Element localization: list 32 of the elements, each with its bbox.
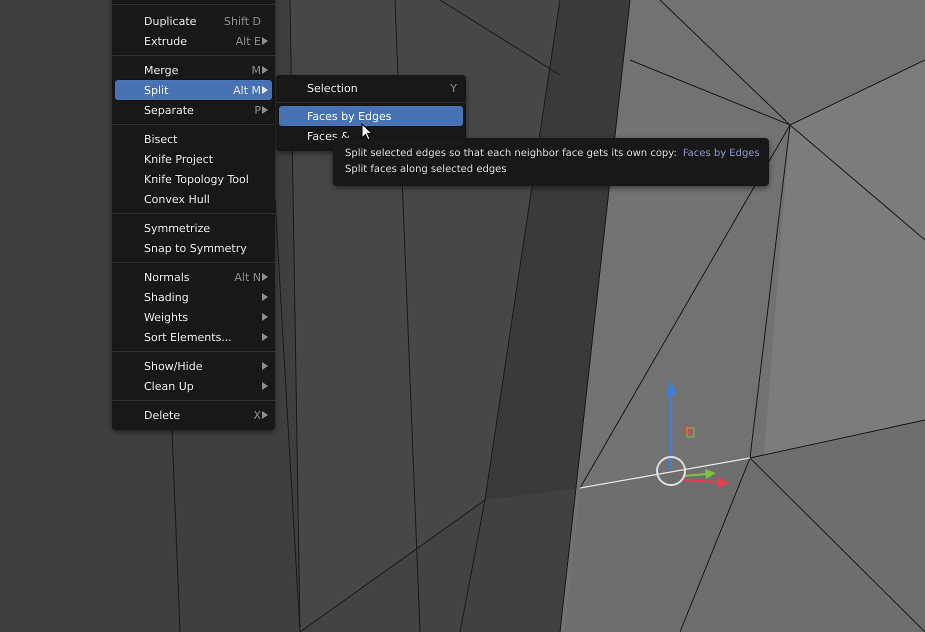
menu-item[interactable]: Bisect (115, 129, 272, 149)
menu-item[interactable]: Faces by Edges (279, 106, 463, 126)
menu-item[interactable]: Delete X (115, 405, 272, 425)
operator-name: Faces by Edges (682, 147, 760, 161)
menu-item[interactable]: Show/Hide (115, 356, 272, 376)
shortcut-label: Alt E (236, 34, 261, 48)
shortcut-label: Alt M (233, 84, 261, 96)
menu-item[interactable]: Selection Y (279, 78, 463, 98)
menu-item[interactable]: Convex Hull (115, 189, 272, 209)
menu-item[interactable]: Normals Alt N (115, 267, 272, 287)
menu-item[interactable]: Symmetrize (115, 218, 272, 238)
menu-item[interactable]: Knife Project (115, 149, 272, 169)
menu-item[interactable]: Clean Up (115, 376, 272, 396)
menu-item[interactable]: Extrude Alt E (115, 31, 272, 51)
cursor-icon (361, 123, 373, 141)
menu-item[interactable]: Snap to Symmetry (115, 238, 272, 258)
shortcut-label: X (253, 408, 261, 422)
menu-item[interactable]: Merge M (115, 60, 272, 80)
shortcut-label: Y (450, 82, 457, 94)
menu-item[interactable]: Duplicate Shift D (115, 11, 272, 31)
menu-item[interactable]: Split Alt M (115, 80, 272, 100)
menu-item[interactable]: Separate P (115, 100, 272, 120)
menu-item[interactable]: Shading (115, 287, 272, 307)
shortcut-label: Alt N (234, 270, 261, 284)
tooltip-text: Split faces along selected edges (345, 163, 507, 177)
shortcut-label: P (254, 104, 261, 116)
shortcut-label: M (252, 64, 261, 76)
tooltip-text: Split selected edges so that each neighbor face gets its own copy: (345, 147, 677, 161)
shortcut-label: Shift D (224, 14, 261, 28)
menu-item[interactable]: Knife Topology Tool (115, 169, 272, 189)
menu-item[interactable]: Sort Elements... (115, 327, 272, 347)
menu-item[interactable]: Weights (115, 307, 272, 327)
